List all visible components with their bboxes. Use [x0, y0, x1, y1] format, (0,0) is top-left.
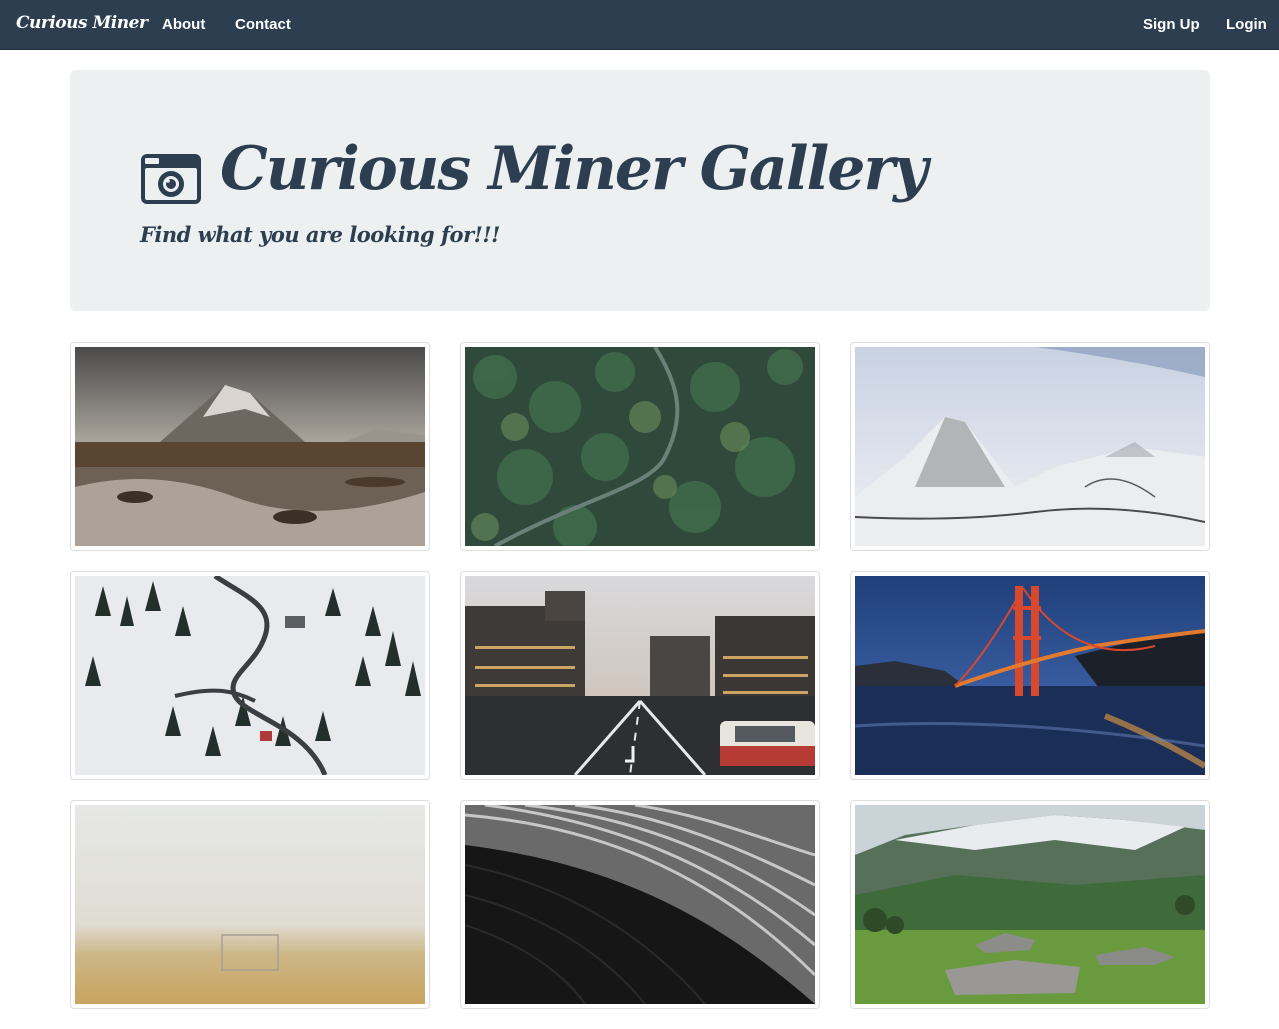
- page-subtitle: Find what you are looking for!!!: [140, 222, 500, 247]
- nav-about-link[interactable]: About: [162, 16, 205, 33]
- gallery-image: [465, 347, 815, 546]
- gallery-image: [465, 576, 815, 775]
- gallery-thumbnail-golden-gate-bridge-night[interactable]: [850, 571, 1210, 780]
- gallery-thumbnail-snow-covered-mountains[interactable]: [850, 342, 1210, 551]
- jumbotron: Curious Miner Gallery Find what you are …: [70, 70, 1210, 311]
- nav-contact-link[interactable]: Contact: [235, 16, 291, 33]
- nav-login-link[interactable]: Login: [1226, 16, 1267, 33]
- gallery-thumbnail-snowy-village-aerial[interactable]: [70, 571, 430, 780]
- gallery-image: [855, 347, 1205, 546]
- gallery-image: [855, 805, 1205, 1004]
- gallery-image: [75, 805, 425, 1004]
- gallery-thumbnail-city-street-dusk-taxi[interactable]: [460, 571, 820, 780]
- navbar: Curious Miner About Contact Sign Up Logi…: [0, 0, 1279, 50]
- nav-signup-link[interactable]: Sign Up: [1143, 16, 1200, 33]
- gallery-thumbnail-snowy-mountain-river[interactable]: [70, 342, 430, 551]
- brand-link[interactable]: Curious Miner: [16, 13, 148, 33]
- gallery-image: [855, 576, 1205, 775]
- gallery-image: [465, 805, 815, 1004]
- gallery-thumbnail-aerial-forest-road[interactable]: [460, 342, 820, 551]
- gallery-image: [75, 347, 425, 546]
- page-title: Curious Miner Gallery: [220, 134, 928, 204]
- gallery-image: [75, 576, 425, 775]
- gallery-thumbnail-green-mountain-valley[interactable]: [850, 800, 1210, 1009]
- gallery-thumbnail-black-white-architecture[interactable]: [460, 800, 820, 1009]
- gallery-thumbnail-foggy-field-goal[interactable]: [70, 800, 430, 1009]
- camera-icon: [141, 154, 201, 204]
